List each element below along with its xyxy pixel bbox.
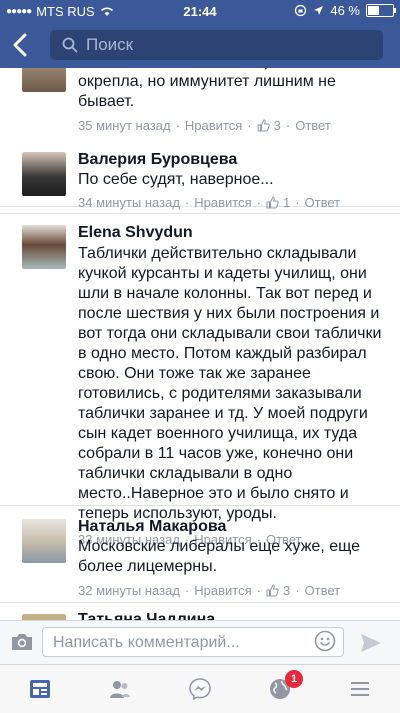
comment-text: Московские либералы еще хуже, еще более … — [78, 538, 360, 575]
like-number: 3 — [282, 583, 291, 598]
reply-button[interactable]: Ответ — [305, 195, 341, 210]
search-placeholder: Поиск — [86, 35, 134, 54]
status-right: 46 % — [294, 3, 396, 18]
avatar — [22, 68, 66, 92]
like-button[interactable]: Нравится — [194, 583, 251, 598]
chevron-left-icon — [13, 33, 27, 57]
notification-badge: 1 — [285, 670, 303, 688]
thumbs-up-icon — [266, 584, 279, 597]
tab-bar: 1 — [0, 664, 400, 713]
comment-text: По себе судят, наверное... — [78, 171, 274, 188]
menu-icon — [351, 682, 369, 696]
comment-author[interactable]: Elena Shvydun — [78, 223, 388, 243]
thumbs-up-icon — [266, 196, 279, 209]
comment-text: Таблички действительно складывали кучкой… — [78, 245, 382, 522]
comment-item: Наталья Макарова Московские либералы еще… — [0, 505, 400, 603]
like-button[interactable]: Нравится — [194, 195, 251, 210]
battery-icon — [366, 4, 396, 17]
like-count[interactable]: 3 — [266, 583, 290, 598]
thumbs-up-icon — [257, 119, 270, 132]
emoji-icon[interactable] — [314, 630, 336, 652]
comment-text: Наташа, оставайтесь. Страна конечно окре… — [78, 68, 363, 110]
tab-menu[interactable] — [320, 665, 400, 713]
friends-icon — [110, 681, 130, 698]
like-count[interactable]: 1 — [266, 195, 290, 210]
rotation-lock-icon — [295, 4, 307, 17]
location-icon — [314, 6, 324, 15]
like-button[interactable]: Нравится — [185, 118, 242, 133]
comment-author[interactable]: Татьяна Чадлина — [78, 610, 388, 620]
nav-bar: Поиск — [0, 22, 400, 68]
tab-friends[interactable] — [80, 665, 160, 713]
like-number: 3 — [273, 118, 281, 133]
tab-notifications[interactable]: 1 — [240, 665, 320, 713]
reply-button[interactable]: Ответ — [295, 118, 331, 133]
comment-field[interactable]: Написать комментарий... — [42, 627, 344, 657]
comment-item: Татьяна Чадлина — [0, 602, 400, 620]
comment-meta: 32 минуты назад · Нравится · 3 · Ответ — [78, 583, 341, 598]
comment-input-bar: Написать комментарий... — [0, 620, 400, 665]
comment-time: 35 минут назад — [78, 118, 171, 133]
comment-author[interactable]: Валерия Буровцева — [78, 150, 388, 170]
messenger-icon — [189, 678, 211, 701]
avatar — [22, 152, 66, 196]
send-icon[interactable] — [360, 633, 382, 653]
camera-icon[interactable] — [10, 632, 34, 652]
like-number: 1 — [282, 195, 291, 210]
comment-time: 32 минуты назад — [78, 583, 180, 598]
comments-feed[interactable]: Наташа, оставайтесь. Страна конечно окре… — [0, 68, 400, 620]
search-input[interactable]: Поиск — [50, 30, 383, 60]
comment-item: Elena Shvydun Таблички действительно скл… — [0, 213, 400, 547]
comment-item: Валерия Буровцева По себе судят, наверно… — [0, 138, 400, 214]
battery-percent: 46 % — [330, 3, 360, 18]
like-count[interactable]: 3 — [257, 118, 281, 133]
tab-news-feed[interactable] — [0, 665, 80, 713]
battery-level — [368, 6, 379, 15]
avatar — [22, 519, 66, 563]
comment-author[interactable]: Наталья Макарова — [78, 517, 388, 537]
comment-meta: 34 минуты назад · Нравится · 1 · Ответ — [78, 195, 341, 210]
tab-messenger[interactable] — [160, 665, 240, 713]
comment-meta: 35 минут назад · Нравится · 3 · Ответ — [78, 118, 331, 133]
search-icon — [62, 37, 78, 53]
news-feed-icon — [30, 680, 50, 698]
back-button[interactable] — [10, 31, 38, 59]
comment-time: 34 минуты назад — [78, 195, 180, 210]
reply-button[interactable]: Ответ — [305, 583, 341, 598]
avatar — [22, 225, 66, 269]
status-bar: ●●●●● MTS RUS 21:44 46 % — [0, 0, 400, 22]
